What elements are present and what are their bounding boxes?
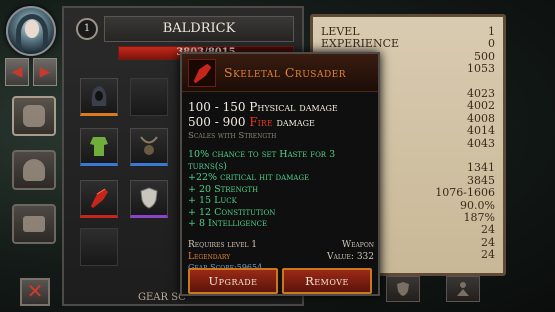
- tab-skills[interactable]: [446, 276, 480, 302]
- stat-value: 1341: [467, 161, 495, 175]
- stat-value: 90.0%: [460, 198, 495, 212]
- weapon-icon: [188, 59, 216, 87]
- red-gauntlet-icon: [91, 188, 108, 208]
- remove-button[interactable]: Remove: [282, 268, 372, 294]
- stat-value: 4002: [467, 99, 495, 113]
- helmet-icon: [23, 105, 45, 127]
- fire-word: Fire: [249, 115, 273, 129]
- stat-value: 4023: [467, 87, 495, 100]
- item-title: Skeletal Crusader: [224, 65, 347, 80]
- stat-value: 24: [481, 235, 495, 249]
- hood-icon: [91, 86, 107, 106]
- physical-damage: 100 - 150 Physical damage: [188, 100, 338, 114]
- stat-value: 1076-1606: [435, 186, 495, 200]
- tooltip-body: 100 - 150 Physical damage 500 - 900 Fire…: [188, 100, 374, 272]
- figure-icon: [457, 282, 469, 296]
- equip-slot-amulet[interactable]: [130, 128, 168, 166]
- bonus-line: + 8 Intelligence: [188, 218, 268, 229]
- character-name: BALDRICK: [104, 16, 294, 42]
- equip-slot-neck-empty[interactable]: [130, 78, 168, 116]
- equip-slot-empty[interactable]: [80, 228, 118, 266]
- stat-value: 24: [481, 248, 495, 262]
- tab-quest[interactable]: [386, 276, 420, 302]
- item-tooltip: Skeletal Crusader 100 - 150 Physical dam…: [180, 52, 380, 296]
- bag-icon: [23, 159, 45, 181]
- bonus-line: + 12 Constitution: [188, 206, 276, 218]
- gear-score-label: GEAR SC: [138, 292, 186, 303]
- fire-damage: 500 - 900 Fire damage: [188, 115, 374, 130]
- tab-crafting[interactable]: [12, 204, 56, 244]
- stat-row: LEVEL 1: [321, 25, 495, 38]
- chest-icon: [23, 216, 45, 232]
- stat-value: 4014: [467, 124, 495, 138]
- level-badge: 1: [76, 18, 98, 40]
- stat-value: 187%: [463, 211, 495, 224]
- fire-damage-range: 500 - 900: [188, 115, 250, 129]
- tunic-icon: [90, 137, 108, 156]
- amulet-icon: [140, 136, 158, 155]
- equip-slot-offhand[interactable]: [130, 180, 168, 218]
- item-type: Weapon: [341, 239, 374, 250]
- rarity-row: Legendary Value: 332: [188, 252, 374, 263]
- stat-value: 0: [488, 37, 495, 51]
- next-character-button[interactable]: ▶: [33, 58, 57, 86]
- close-button[interactable]: ✕: [20, 278, 50, 306]
- requires-level: Requires level 1: [188, 239, 258, 250]
- tooltip-header: Skeletal Crusader: [182, 54, 378, 92]
- stat-value: 4008: [467, 111, 495, 125]
- equip-slot-head[interactable]: [80, 78, 118, 116]
- rarity: Legendary: [188, 251, 231, 262]
- upgrade-button[interactable]: Upgrade: [188, 268, 278, 294]
- equip-slot-chest[interactable]: [80, 128, 118, 166]
- stat-value: 500: [474, 49, 495, 63]
- requirement-row: Requires level 1 Weapon: [188, 240, 374, 252]
- stat-value: 3845: [467, 173, 495, 187]
- stat-value: 24: [481, 223, 495, 237]
- bonus-line: +22% critical hit damage: [188, 172, 310, 183]
- stat-label: LEVEL: [321, 25, 360, 38]
- scales-with: Scales with Strength: [188, 131, 277, 141]
- prev-character-button[interactable]: ◀: [5, 58, 29, 86]
- item-value: Value: 332: [327, 251, 374, 262]
- equip-slot-weapon[interactable]: [80, 180, 118, 218]
- tab-equipment[interactable]: [12, 96, 56, 136]
- bonus-list: 10% chance to set Haste for 3 turns(s) +…: [188, 149, 374, 230]
- fire-damage-suffix: damage: [272, 115, 315, 129]
- face-shape: [25, 20, 39, 38]
- bonus-line: 10% chance to set Haste for 3 turns(s): [188, 149, 336, 172]
- stat-label: EXPERIENCE: [321, 37, 400, 51]
- tab-inventory[interactable]: [12, 150, 56, 190]
- bonus-line: + 15 Luck: [188, 195, 237, 206]
- shield-crest-icon: [397, 282, 409, 296]
- stat-value: 1053: [467, 62, 495, 76]
- stat-value: 1: [488, 25, 495, 38]
- stat-value: 4043: [467, 136, 495, 150]
- bonus-line: + 20 Strength: [188, 183, 259, 195]
- shield-icon: [140, 187, 158, 209]
- stat-row: EXPERIENCE 0: [321, 37, 495, 50]
- player-avatar[interactable]: [6, 6, 56, 56]
